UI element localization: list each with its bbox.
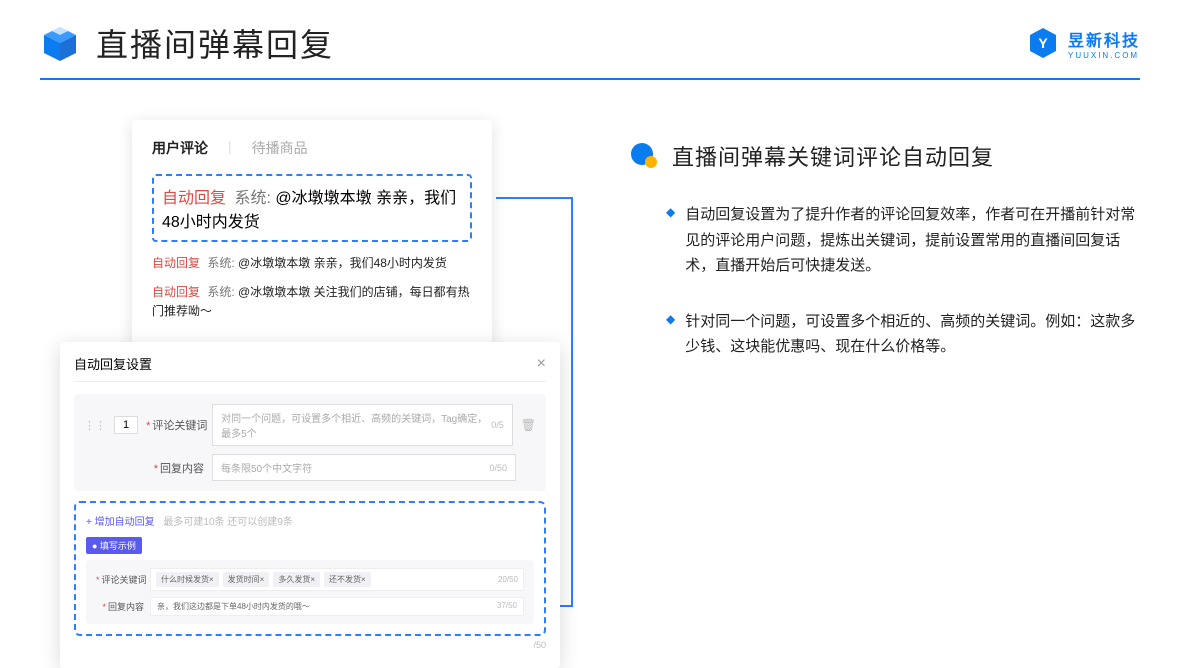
right-column: 直播间弹幕关键词评论自动回复 ◆ 自动回复设置为了提升作者的评论回复效率，作者可… bbox=[610, 120, 1144, 390]
header: 直播间弹幕回复 Y 昱新科技 YUUXIN.COM bbox=[0, 0, 1180, 66]
tag: 发货时间× bbox=[223, 572, 270, 587]
add-button[interactable]: + 增加自动回复 bbox=[86, 517, 155, 528]
system-label: 系统: bbox=[234, 190, 270, 207]
bubble-icon bbox=[630, 142, 658, 170]
system-label: 系统: bbox=[207, 285, 234, 299]
close-icon[interactable]: × bbox=[537, 355, 546, 373]
bullet-text: 自动回复设置为了提升作者的评论回复效率，作者可在开播前针对常见的评论用户问题，提… bbox=[685, 202, 1144, 279]
form-row-content: *回复内容 每条限50个中文字符 0/50 bbox=[84, 454, 536, 481]
page-title: 直播间弹幕回复 bbox=[96, 20, 334, 66]
logo-icon: Y bbox=[1026, 26, 1060, 60]
bullet-item: ◆ 自动回复设置为了提升作者的评论回复效率，作者可在开播前针对常见的评论用户问题… bbox=[630, 202, 1144, 279]
tab-products[interactable]: 待播商品 bbox=[252, 138, 308, 158]
tabs: 用户评论 | 待播商品 bbox=[152, 138, 472, 158]
section-title: 直播间弹幕关键词评论自动回复 bbox=[672, 140, 994, 172]
tag: 多久发货× bbox=[273, 572, 320, 587]
example-keyword-row: *评论关键词 什么时候发货× 发货时间× 多久发货× 还不发货× 20/50 bbox=[96, 568, 524, 591]
bullet-text: 针对同一个问题，可设置多个相近的、高频的关键词。例如：这款多少钱、这块能优惠吗、… bbox=[685, 309, 1144, 360]
form-block: ⋮⋮ 1 *评论关键词 对同一个问题，可设置多个相近、高频的关键词，Tag确定，… bbox=[74, 394, 546, 491]
tag: 还不发货× bbox=[324, 572, 371, 587]
logo-cn: 昱新科技 bbox=[1068, 27, 1140, 51]
comments-panel: 用户评论 | 待播商品 自动回复 系统: @冰墩墩本墩 亲亲，我们48小时内发货… bbox=[132, 120, 492, 356]
example-tags: 什么时候发货× 发货时间× 多久发货× 还不发货× 20/50 bbox=[150, 568, 524, 591]
left-column: 用户评论 | 待播商品 自动回复 系统: @冰墩墩本墩 亲亲，我们48小时内发货… bbox=[60, 120, 580, 390]
auto-reply-tag: 自动回复 bbox=[152, 256, 200, 270]
modal-header: 自动回复设置 × bbox=[74, 354, 546, 382]
section-header: 直播间弹幕关键词评论自动回复 bbox=[630, 140, 1144, 172]
comment-row: 自动回复 系统: @冰墩墩本墩 关注我们的店铺，每日都有热门推荐呦～ bbox=[152, 283, 472, 321]
drag-handle-icon[interactable]: ⋮⋮ bbox=[84, 419, 106, 432]
add-hint: 最多可建10条 还可以创建9条 bbox=[163, 517, 292, 528]
example-content: 亲，我们这边都是下单48小时内发货的哦～ 37/50 bbox=[150, 597, 524, 616]
comment-text: @冰墩墩本墩 亲亲，我们48小时内发货 bbox=[238, 256, 447, 270]
example-content-row: *回复内容 亲，我们这边都是下单48小时内发货的哦～ 37/50 bbox=[96, 597, 524, 616]
modal-title: 自动回复设置 bbox=[74, 354, 152, 373]
logo-en: YUUXIN.COM bbox=[1068, 51, 1139, 60]
example-block: *评论关键词 什么时候发货× 发货时间× 多久发货× 还不发货× 20/50 *… bbox=[86, 560, 534, 624]
field-label: *评论关键词 bbox=[146, 417, 204, 433]
logo: Y 昱新科技 YUUXIN.COM bbox=[1026, 26, 1140, 60]
index-badge: 1 bbox=[114, 416, 138, 434]
form-row-keyword: ⋮⋮ 1 *评论关键词 对同一个问题，可设置多个相近、高频的关键词，Tag确定，… bbox=[84, 404, 536, 446]
trash-icon[interactable]: 🗑 bbox=[521, 418, 536, 432]
content-input[interactable]: 每条限50个中文字符 0/50 bbox=[212, 454, 516, 481]
cube-icon bbox=[40, 23, 80, 63]
auto-reply-tag: 自动回复 bbox=[162, 190, 226, 207]
field-label: *回复内容 bbox=[146, 460, 204, 476]
diamond-icon: ◆ bbox=[666, 205, 675, 279]
example-badge: ● 填写示例 bbox=[86, 537, 142, 554]
system-label: 系统: bbox=[207, 256, 234, 270]
bullet-item: ◆ 针对同一个问题，可设置多个相近的、高频的关键词。例如：这款多少钱、这块能优惠… bbox=[630, 309, 1144, 360]
tab-comments[interactable]: 用户评论 bbox=[152, 138, 208, 158]
title-wrap: 直播间弹幕回复 bbox=[40, 20, 334, 66]
example-box: + 增加自动回复 最多可建10条 还可以创建9条 ● 填写示例 *评论关键词 什… bbox=[74, 501, 546, 636]
comment-row: 自动回复 系统: @冰墩墩本墩 亲亲，我们48小时内发货 bbox=[162, 184, 462, 232]
settings-panel: 自动回复设置 × ⋮⋮ 1 *评论关键词 对同一个问题，可设置多个相近、高频的关… bbox=[60, 342, 560, 668]
panel-footer: /50 bbox=[74, 640, 546, 650]
svg-text:Y: Y bbox=[1038, 35, 1048, 51]
tag: 什么时候发货× bbox=[156, 572, 219, 587]
auto-reply-tag: 自动回复 bbox=[152, 285, 200, 299]
comment-row: 自动回复 系统: @冰墩墩本墩 亲亲，我们48小时内发货 bbox=[152, 254, 472, 273]
comments-list: 自动回复 系统: @冰墩墩本墩 亲亲，我们48小时内发货 自动回复 系统: @冰… bbox=[152, 254, 472, 322]
keyword-input[interactable]: 对同一个问题，可设置多个相近、高频的关键词，Tag确定，最多5个 0/5 bbox=[212, 404, 513, 446]
diamond-icon: ◆ bbox=[666, 312, 675, 360]
add-line: + 增加自动回复 最多可建10条 还可以创建9条 bbox=[86, 513, 534, 528]
highlighted-comment: 自动回复 系统: @冰墩墩本墩 亲亲，我们48小时内发货 bbox=[152, 174, 472, 242]
